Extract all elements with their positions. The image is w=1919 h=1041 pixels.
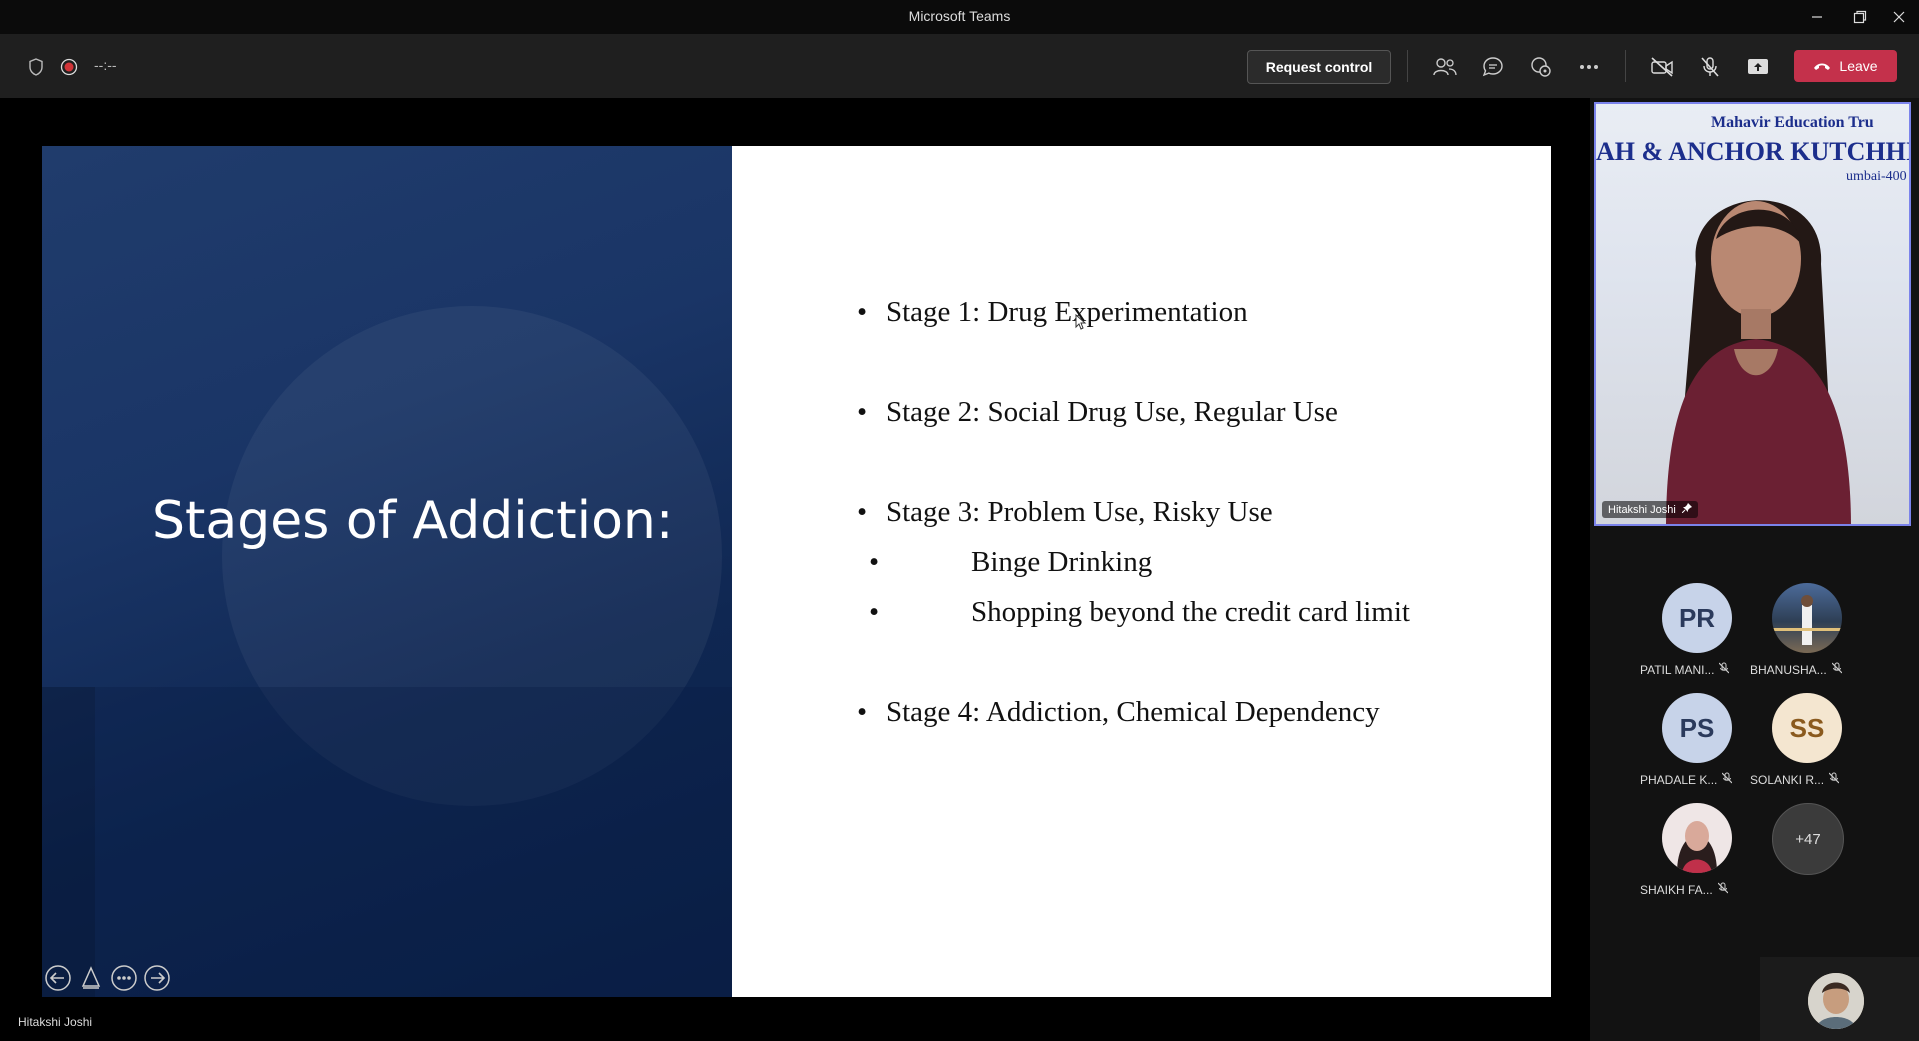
title-bar: Microsoft Teams	[0, 0, 1919, 34]
breakout-rooms-icon[interactable]	[1528, 54, 1554, 80]
bullet-dot: •	[857, 396, 868, 428]
share-screen-icon[interactable]	[1745, 54, 1771, 80]
video-participant-name: Hitakshi Joshi	[1608, 503, 1676, 516]
bullet-item: • Stage 2: Social Drug Use, Regular Use	[857, 396, 1338, 429]
participant-name-text: PATIL MANI...	[1640, 662, 1715, 677]
participant-tile[interactable]: PS PHADALE K...	[1640, 693, 1740, 793]
pen-tool-icon[interactable]	[77, 964, 105, 992]
request-control-button[interactable]: Request control	[1247, 50, 1391, 84]
bullet-dot: •	[869, 546, 880, 578]
slide-title: Stages of Addiction:	[152, 491, 674, 551]
participant-name-text: SHAIKH FA...	[1640, 882, 1713, 897]
participant-video-image	[1666, 200, 1851, 524]
more-participants-count: +47	[1772, 803, 1844, 875]
participant-name: PATIL MANI...	[1640, 662, 1740, 677]
previous-slide-icon[interactable]	[44, 964, 72, 992]
leave-label: Leave	[1839, 58, 1878, 74]
mic-muted-icon	[1828, 772, 1840, 787]
avatar	[1772, 583, 1842, 653]
meeting-timer: --:--	[94, 57, 117, 73]
slide-title-panel: Stages of Addiction:	[42, 146, 732, 997]
bullet-text: Stage 4: Addiction, Chemical Dependency	[886, 696, 1380, 728]
participant-name: SOLANKI R...	[1750, 772, 1850, 787]
self-view-tile[interactable]	[1760, 957, 1919, 1041]
participant-tile[interactable]: BHANUSHA...	[1750, 583, 1850, 683]
bullet-dot: •	[857, 496, 868, 528]
bullet-text: Stage 2: Social Drug Use, Regular Use	[886, 396, 1338, 428]
bullet-dot: •	[869, 596, 880, 628]
participant-name: SHAIKH FA...	[1640, 882, 1740, 897]
bullet-dot: •	[857, 296, 868, 328]
decorative-strip	[42, 687, 95, 997]
bullet-text: Stage 1: Drug Experimentation	[886, 296, 1248, 328]
avatar: PR	[1662, 583, 1732, 653]
bullet-text: Stage 3: Problem Use, Risky Use	[886, 496, 1273, 528]
restore-icon[interactable]	[1840, 4, 1880, 30]
shield-icon[interactable]	[23, 54, 49, 80]
participant-name-text: SOLANKI R...	[1750, 772, 1825, 787]
bullet-text: Shopping beyond the credit card limit	[971, 596, 1410, 628]
minimize-icon[interactable]	[1797, 4, 1837, 30]
bullet-item: • Stage 1: Drug Experimentation	[857, 296, 1248, 329]
decorative-band	[42, 687, 732, 997]
participants-icon[interactable]	[1432, 54, 1458, 80]
bullet-text: Binge Drinking	[971, 546, 1153, 578]
meeting-toolbar: --:-- Request control Leave	[0, 34, 1919, 98]
participant-name: BHANUSHA...	[1750, 662, 1850, 677]
leave-button[interactable]: Leave	[1794, 50, 1897, 82]
presentation-slide: Stages of Addiction: • Stage 1: Drug Exp…	[42, 146, 1551, 997]
mic-muted-icon	[1721, 772, 1733, 787]
bullet-item: • Stage 3: Problem Use, Risky Use	[857, 496, 1273, 529]
mic-off-icon[interactable]	[1697, 54, 1723, 80]
avatar	[1662, 803, 1732, 873]
participant-name: PHADALE K...	[1640, 772, 1740, 787]
recording-icon	[56, 54, 82, 80]
mic-muted-icon	[1717, 882, 1729, 897]
camera-off-icon[interactable]	[1649, 54, 1675, 80]
video-name-label: Hitakshi Joshi	[1602, 501, 1698, 518]
slide-more-icon[interactable]	[110, 964, 138, 992]
avatar: SS	[1772, 693, 1842, 763]
next-slide-icon[interactable]	[143, 964, 171, 992]
close-icon[interactable]	[1879, 4, 1919, 30]
background-banner-text: Mahavir Education Tru	[1711, 114, 1874, 131]
bullet-subitem: • Shopping beyond the credit card limit	[869, 596, 1410, 629]
mouse-cursor-icon	[1075, 313, 1087, 335]
participant-tile[interactable]: SS SOLANKI R...	[1750, 693, 1850, 793]
slide-navigation	[44, 964, 171, 992]
avatar: PS	[1662, 693, 1732, 763]
pinned-video-tile[interactable]: Mahavir Education Tru AH & ANCHOR KUTCHH…	[1594, 102, 1911, 526]
presenter-name-label: Hitakshi Joshi	[18, 1015, 93, 1029]
mic-muted-icon	[1831, 662, 1843, 677]
toolbar-divider	[1407, 50, 1408, 82]
chat-icon[interactable]	[1480, 54, 1506, 80]
participant-name-text: PHADALE K...	[1640, 772, 1718, 787]
participant-name-text: BHANUSHA...	[1750, 662, 1827, 677]
more-participants-tile[interactable]: +47	[1750, 803, 1850, 903]
more-options-icon[interactable]	[1576, 54, 1602, 80]
mic-muted-icon	[1719, 662, 1730, 677]
bullet-subitem: • Binge Drinking	[869, 546, 1152, 579]
bullet-item: • Stage 4: Addiction, Chemical Dependenc…	[857, 696, 1380, 729]
self-avatar	[1808, 973, 1864, 1029]
bullet-dot: •	[857, 696, 868, 728]
hang-up-icon	[1813, 58, 1831, 74]
pin-icon	[1681, 503, 1692, 516]
window-title: Microsoft Teams	[908, 8, 1011, 24]
participant-tile[interactable]: PR PATIL MANI...	[1640, 583, 1740, 683]
participant-tile[interactable]: SHAIKH FA...	[1640, 803, 1740, 903]
toolbar-divider	[1625, 50, 1626, 82]
